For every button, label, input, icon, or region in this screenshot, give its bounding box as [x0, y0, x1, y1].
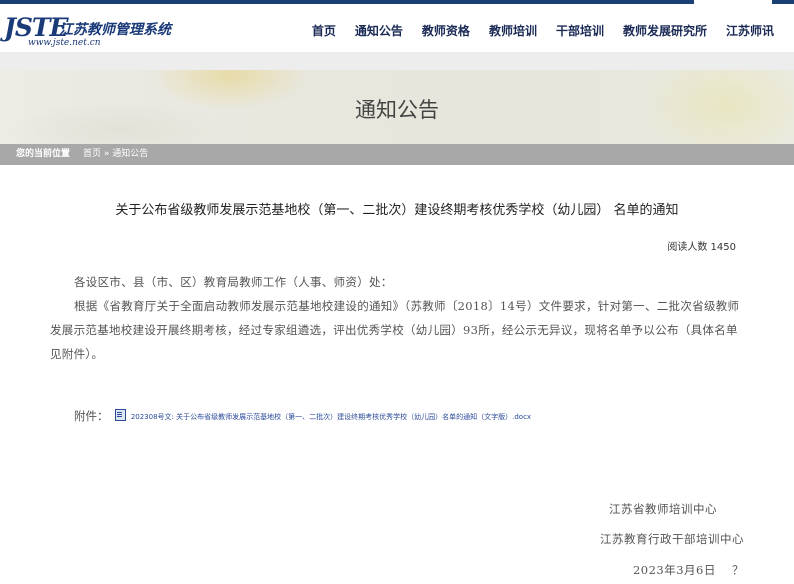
page-banner: 通知公告: [0, 70, 794, 144]
attachment-link[interactable]: 202308号文: 关于公布省级教师发展示范基地校（第一、二批次）建设终期考核优…: [131, 413, 531, 421]
article-title: 关于公布省级教师发展示范基地校（第一、二批次）建设终期考核优秀学校（幼儿园） 名…: [115, 203, 679, 218]
nav-cadre-training[interactable]: 干部培训: [556, 22, 604, 39]
article-body: 根据《省教育厅关于全面启动教师发展示范基地校建设的通知》（苏教师〔2018〕14…: [50, 299, 740, 361]
signature-date: 2023年3月6日 ？: [632, 563, 744, 577]
nav-teacher-training[interactable]: 教师培训: [489, 22, 537, 39]
nav-teacher-qualification[interactable]: 教师资格: [422, 22, 470, 39]
breadcrumb-path[interactable]: 首页 » 通知公告: [83, 144, 148, 165]
signature-org-2: 江苏教育行政干部培训中心: [600, 532, 744, 546]
read-count: 阅读人数 1450: [667, 242, 736, 253]
article-content: 关于公布省级教师发展示范基地校（第一、二批次）建设终期考核优秀学校（幼儿园） 名…: [0, 165, 794, 584]
logo-title: 江苏教师管理系统: [59, 22, 171, 38]
nav-home[interactable]: 首页: [312, 22, 336, 39]
banner-gap: [0, 52, 794, 70]
site-logo[interactable]: JSTE 江苏教师管理系统 www.jste.net.cn: [4, 14, 171, 50]
breadcrumb: 您的当前位置 首页 » 通知公告: [0, 144, 794, 165]
banner-title: 通知公告: [355, 98, 439, 122]
article-greeting: 各设区市、县（市、区）教育局教师工作（人事、师资）处：: [74, 275, 393, 289]
site-header: JSTE 江苏教师管理系统 www.jste.net.cn 首页 通知公告 教师…: [0, 4, 794, 52]
logo-url: www.jste.net.cn: [28, 38, 101, 48]
nav-research-institute[interactable]: 教师发展研究所: [623, 22, 707, 39]
main-nav: 首页 通知公告 教师资格 教师培训 干部培训 教师发展研究所 江苏师讯: [293, 22, 774, 39]
signature-org-1: 江苏省教师培训中心: [609, 502, 717, 516]
breadcrumb-label: 您的当前位置: [16, 149, 71, 159]
document-icon: [115, 409, 127, 421]
nav-jiangsu-news[interactable]: 江苏师讯: [726, 22, 774, 39]
attachment: 附件： 202308号文: 关于公布省级教师发展示范基地校（第一、二批次）建设终…: [74, 408, 531, 424]
nav-notices[interactable]: 通知公告: [355, 22, 403, 39]
attachment-label: 附件：: [74, 409, 109, 423]
